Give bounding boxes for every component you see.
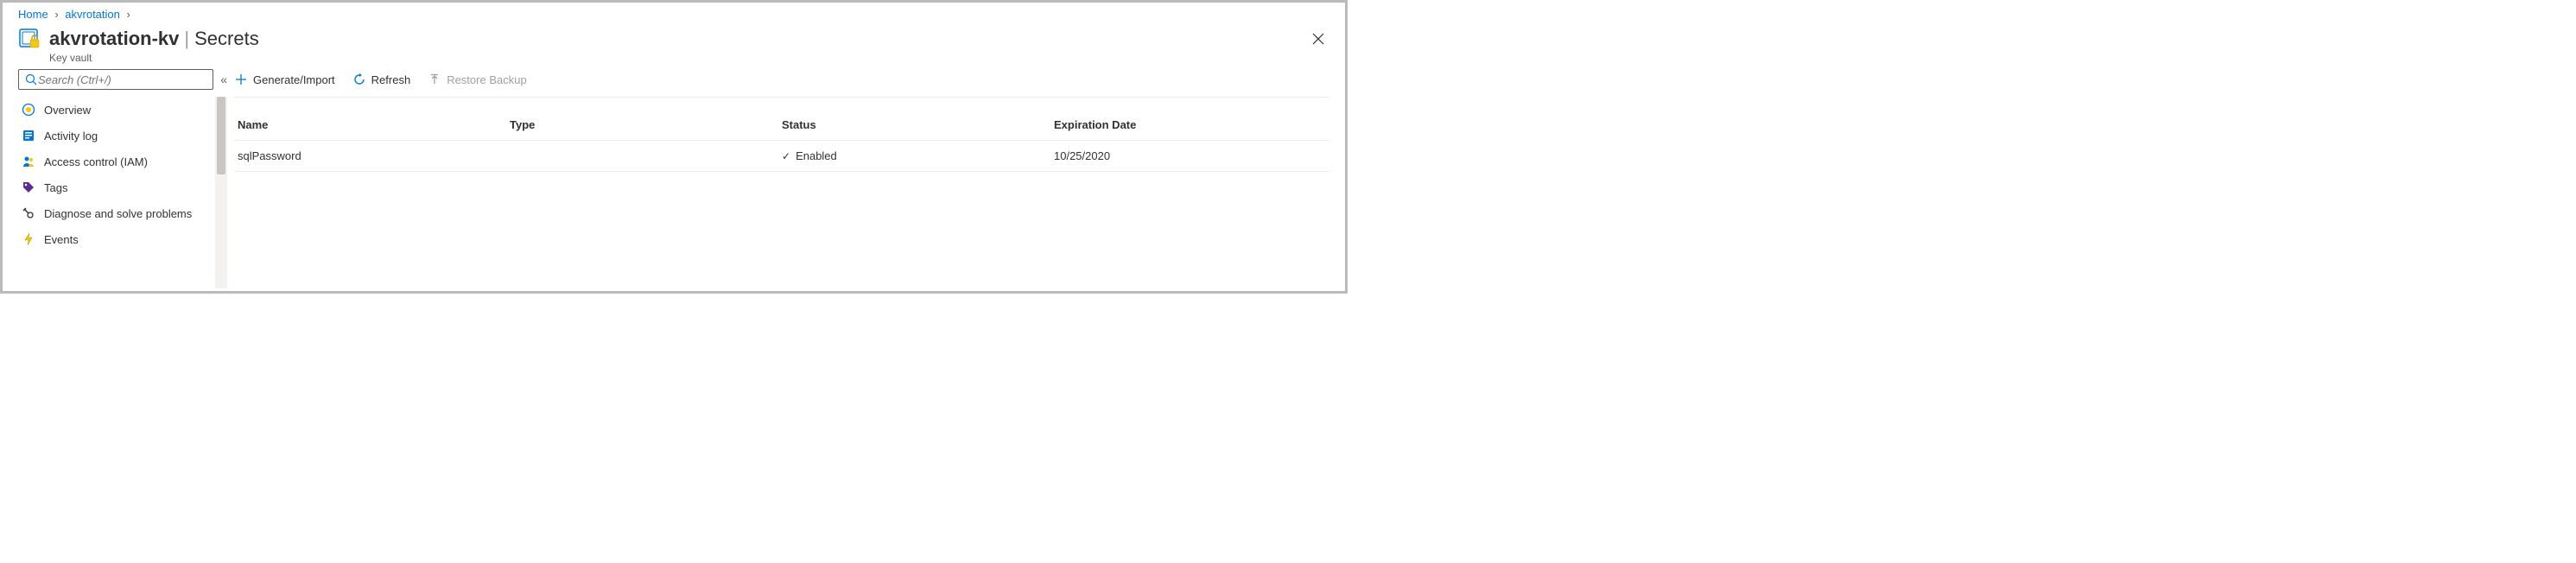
key-vault-icon [18,28,41,50]
cell-status: ✓ Enabled [782,149,1054,162]
breadcrumb-parent-link[interactable]: akvrotation [65,8,120,21]
upload-icon [428,73,441,86]
events-icon [22,232,35,246]
diagnose-icon [22,206,35,220]
breadcrumb: Home › akvrotation › [3,3,1345,22]
sidebar-scrollbar[interactable] [215,97,227,288]
col-header-status[interactable]: Status [782,118,1054,131]
chevron-right-icon: › [127,8,130,21]
sidebar-item-events[interactable]: Events [18,226,227,252]
sidebar-item-label: Activity log [44,130,98,142]
generate-import-button[interactable]: Generate/Import [234,73,335,86]
refresh-icon [352,73,366,86]
sidebar-item-label: Tags [44,181,67,194]
resource-name: akvrotation-kv [49,28,179,50]
toolbar-label: Restore Backup [447,73,527,86]
toolbar-label: Generate/Import [253,73,335,86]
check-icon: ✓ [782,150,790,162]
sidebar-item-label: Overview [44,104,91,117]
secrets-table: Name Type Status Expiration Date sqlPass… [234,110,1329,172]
resource-type-label: Key vault [49,52,259,64]
close-button[interactable] [1307,28,1329,53]
sidebar-item-overview[interactable]: Overview [18,97,227,123]
table-row[interactable]: sqlPassword ✓ Enabled 10/25/2020 [234,141,1329,172]
col-header-name[interactable]: Name [238,118,510,131]
sidebar-item-label: Diagnose and solve problems [44,207,192,220]
sidebar: « Overview Activity log Access control (… [3,67,227,288]
section-name: Secrets [194,28,259,50]
sidebar-item-label: Access control (IAM) [44,155,148,168]
sidebar-item-diagnose[interactable]: Diagnose and solve problems [18,200,227,226]
search-icon [24,73,38,86]
cell-name: sqlPassword [238,149,510,162]
scrollbar-thumb[interactable] [217,97,225,174]
sidebar-item-activity-log[interactable]: Activity log [18,123,227,149]
plus-icon [234,73,248,86]
page-title: akvrotation-kv | Secrets [49,28,259,50]
search-box[interactable] [18,69,213,90]
col-header-type[interactable]: Type [510,118,782,131]
restore-backup-button: Restore Backup [428,73,527,86]
chevron-right-icon: › [54,8,58,21]
access-control-icon [22,155,35,168]
search-input[interactable] [38,73,207,86]
sidebar-item-tags[interactable]: Tags [18,174,227,200]
main-content: Generate/Import Refresh Restore Backup N… [227,67,1345,288]
sidebar-item-access-control[interactable]: Access control (IAM) [18,149,227,174]
breadcrumb-home-link[interactable]: Home [18,8,48,21]
activity-log-icon [22,129,35,142]
tags-icon [22,180,35,194]
table-header-row: Name Type Status Expiration Date [234,110,1329,141]
col-header-expiration[interactable]: Expiration Date [1054,118,1326,131]
toolbar-label: Refresh [371,73,411,86]
sidebar-item-label: Events [44,233,79,246]
refresh-button[interactable]: Refresh [352,73,411,86]
toolbar: Generate/Import Refresh Restore Backup [234,69,1329,98]
status-text: Enabled [796,149,837,162]
cell-expiration: 10/25/2020 [1054,149,1326,162]
collapse-sidebar-button[interactable]: « [220,73,227,86]
overview-icon [22,103,35,117]
